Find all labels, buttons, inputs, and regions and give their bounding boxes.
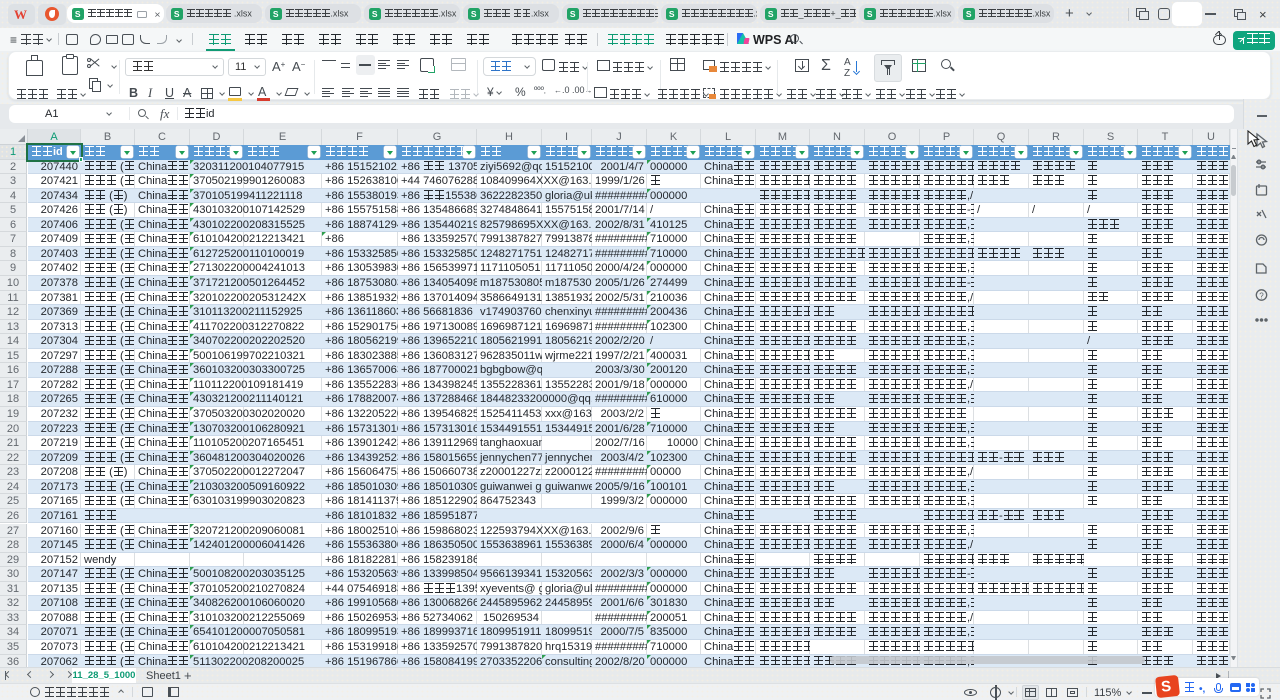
svg-text:?: ? — [1259, 292, 1264, 301]
